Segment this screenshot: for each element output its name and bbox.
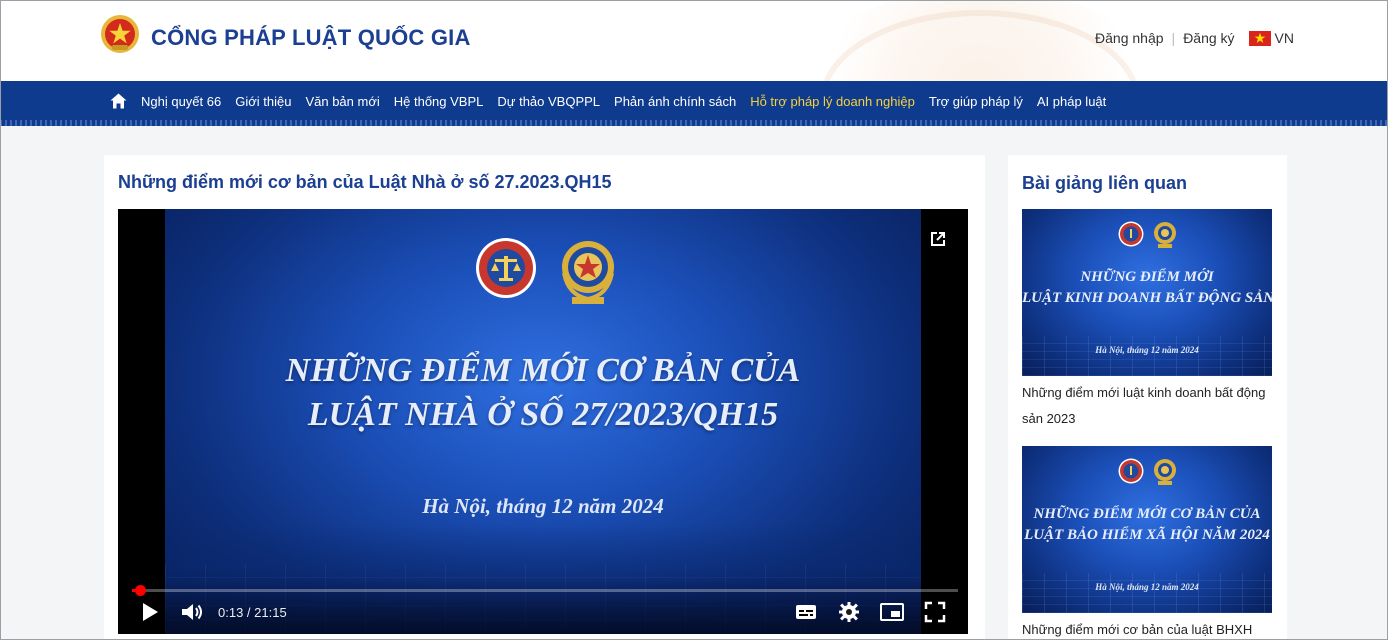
ministry-of-justice-emblem-icon <box>1118 221 1144 247</box>
ministry-of-justice-emblem-icon <box>1118 458 1144 484</box>
related-lecture-title[interactable]: Những điểm mới cơ bản của luật BHXH <box>1022 617 1274 640</box>
video-progress-knob[interactable] <box>135 585 147 596</box>
thumbnail-heading-line1: NHỮNG ĐIỂM MỚI <box>1080 269 1214 285</box>
thumbnail-heading: NHỮNG ĐIỂM MỚI CƠ BẢN CỦA LUẬT BẢO HIỂM … <box>1022 504 1272 546</box>
auth-links: Đăng nhập | Đăng ký VN <box>1095 30 1294 46</box>
home-icon <box>110 93 127 109</box>
login-link[interactable]: Đăng nhập <box>1095 30 1164 46</box>
main-content-card: Những điểm mới cơ bản của Luật Nhà ở số … <box>104 155 985 640</box>
thumbnail-date: Hà Nội, tháng 12 năm 2024 <box>1095 582 1199 592</box>
site-title[interactable]: CỔNG PHÁP LUẬT QUỐC GIA <box>151 25 471 51</box>
fullscreen-icon[interactable] <box>924 601 946 623</box>
settings-icon[interactable] <box>838 601 860 623</box>
thumbnail-heading-line2: LUẬT BẢO HIỂM XÃ HỘI NĂM 2024 <box>1024 527 1270 543</box>
related-lecture-thumbnail[interactable]: NHỮNG ĐIỂM MỚI CƠ BẢN CỦA LUẬT BẢO HIỂM … <box>1022 446 1272 613</box>
legal-aid-emblem-icon <box>1154 459 1176 485</box>
national-emblem-icon[interactable] <box>100 14 140 54</box>
related-lecture-thumbnail[interactable]: NHỮNG ĐIỂM MỚI LUẬT KINH DOANH BẤT ĐỘNG … <box>1022 209 1272 376</box>
thumbnail-heading-line1: NHỮNG ĐIỂM MỚI CƠ BẢN CỦA <box>1033 506 1261 522</box>
thumbnail-heading: NHỮNG ĐIỂM MỚI LUẬT KINH DOANH BẤT ĐỘNG … <box>1022 267 1272 309</box>
legal-aid-emblem-icon <box>1154 222 1176 248</box>
nav-item-van-ban-moi[interactable]: Văn bản mới <box>305 94 379 109</box>
video-progress-bar[interactable] <box>132 585 958 596</box>
nav-item-phan-anh-chinh-sach[interactable]: Phản ánh chính sách <box>614 94 736 109</box>
video-slide-heading-line2: LUẬT NHÀ Ở SỐ 27/2023/QH15 <box>307 396 779 433</box>
nav-item-tro-giup-phap-ly[interactable]: Trợ giúp pháp lý <box>929 94 1023 109</box>
nav-border-pattern <box>0 120 1388 126</box>
video-time: 0:13 / 21:15 <box>218 605 287 620</box>
language-switcher[interactable]: VN <box>1248 30 1294 46</box>
share-icon[interactable] <box>926 227 950 251</box>
auth-divider: | <box>1171 30 1176 46</box>
language-label: VN <box>1274 30 1294 46</box>
video-slide-heading: NHỮNG ĐIỂM MỚI CƠ BẢN CỦA LUẬT NHÀ Ở SỐ … <box>165 349 921 437</box>
volume-icon[interactable] <box>180 601 204 623</box>
nav-item-ai-phap-luat[interactable]: AI pháp luật <box>1037 94 1106 109</box>
video-slide-date: Hà Nội, tháng 12 năm 2024 <box>422 494 664 518</box>
vn-flag-icon <box>1248 30 1271 46</box>
page-title: Những điểm mới cơ bản của Luật Nhà ở số … <box>118 172 612 192</box>
miniplayer-icon[interactable] <box>879 601 905 623</box>
site-header: CỔNG PHÁP LUẬT QUỐC GIA Đăng nhập | Đăng… <box>0 0 1388 81</box>
sidebar-title: Bài giảng liên quan <box>1022 173 1188 193</box>
nav-item-du-thao-vbqppl[interactable]: Dự thảo VBQPPL <box>497 94 600 109</box>
thumbnail-heading-line2: LUẬT KINH DOANH BẤT ĐỘNG SẢN 2 <box>1022 290 1272 306</box>
ministry-of-justice-emblem-icon <box>476 238 536 298</box>
video-slide[interactable]: NHỮNG ĐIỂM MỚI CƠ BẢN CỦA LUẬT NHÀ Ở SỐ … <box>165 209 921 634</box>
legal-aid-emblem-icon <box>562 241 614 304</box>
video-slide-heading-line1: NHỮNG ĐIỂM MỚI CƠ BẢN CỦA <box>285 352 801 389</box>
play-icon[interactable] <box>140 601 160 623</box>
video-controls: 0:13 / 21:15 <box>118 579 968 634</box>
main-nav: Nghị quyết 66 Giới thiệu Văn bản mới Hệ … <box>0 81 1388 126</box>
related-lectures-sidebar: Bài giảng liên quan NHỮNG ĐIỂM MỚI LUẬT … <box>1008 155 1287 640</box>
register-link[interactable]: Đăng ký <box>1183 30 1234 46</box>
nav-item-he-thong-vbpl[interactable]: Hệ thống VBPL <box>394 94 484 109</box>
subtitles-icon[interactable] <box>794 601 818 623</box>
nav-menu: Nghị quyết 66 Giới thiệu Văn bản mới Hệ … <box>110 93 1120 109</box>
nav-item-nghi-quyet-66[interactable]: Nghị quyết 66 <box>141 94 221 109</box>
nav-item-ho-tro-phap-ly-doanh-nghiep[interactable]: Hỗ trợ pháp lý doanh nghiệp <box>750 94 915 109</box>
nav-item-gioi-thieu[interactable]: Giới thiệu <box>235 94 291 109</box>
video-player[interactable]: NHỮNG ĐIỂM MỚI CƠ BẢN CỦA LUẬT NHÀ Ở SỐ … <box>118 209 968 634</box>
related-lecture-title[interactable]: Những điểm mới luật kinh doanh bất động … <box>1022 380 1274 432</box>
thumbnail-date: Hà Nội, tháng 12 năm 2024 <box>1095 345 1199 355</box>
nav-home[interactable] <box>110 93 127 109</box>
